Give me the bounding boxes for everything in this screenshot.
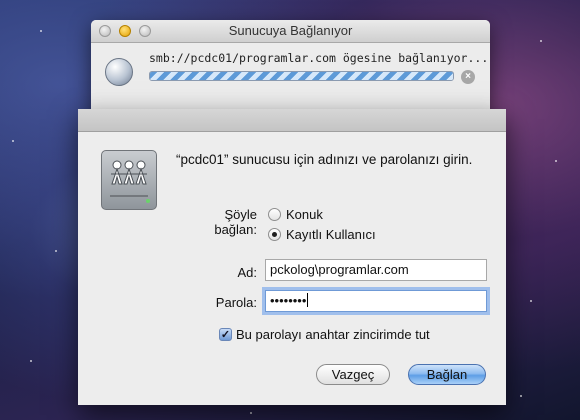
login-prompt: “pcdc01” sunucusu için adınızı ve parola… — [176, 152, 473, 167]
zoom-window-icon[interactable] — [139, 25, 151, 37]
star — [250, 412, 252, 414]
radio-guest-label[interactable]: Konuk — [286, 207, 323, 222]
remember-password-checkbox[interactable]: ✓ — [219, 328, 232, 341]
cancel-button[interactable]: Vazgeç — [316, 364, 390, 385]
star — [555, 160, 557, 162]
drive-slot — [110, 195, 148, 197]
star — [12, 140, 14, 142]
password-field[interactable]: •••••••• — [265, 290, 487, 312]
connect-as-label: Şöyle bağlan: — [214, 207, 257, 237]
star — [30, 360, 32, 362]
star — [55, 250, 57, 252]
login-dialog: “pcdc01” sunucusu için adınızı ve parola… — [78, 109, 506, 405]
name-label: Ad: — [237, 265, 257, 280]
shared-server-icon — [101, 150, 157, 210]
star — [530, 300, 532, 302]
connection-progress-bar — [149, 71, 454, 81]
cancel-x-icon[interactable]: × — [461, 70, 475, 84]
sheet-header — [78, 109, 506, 132]
name-field[interactable]: pckolog\programlar.com — [265, 259, 487, 281]
text-caret — [307, 293, 309, 307]
password-label: Parola: — [215, 295, 257, 310]
remember-password-label[interactable]: Bu parolayı anahtar zincirimde tut — [236, 327, 430, 342]
window-title: Sunucuya Bağlanıyor — [228, 23, 353, 38]
close-window-icon[interactable] — [99, 25, 111, 37]
star — [540, 40, 542, 42]
radio-registered-user[interactable] — [268, 228, 281, 241]
radio-guest[interactable] — [268, 208, 281, 221]
name-field-value: pckolog\programlar.com — [270, 262, 409, 277]
network-globe-icon — [105, 58, 133, 86]
radio-registered-user-label[interactable]: Kayıtlı Kullanıcı — [286, 227, 376, 242]
minimize-window-icon[interactable] — [119, 25, 131, 37]
star — [520, 395, 522, 397]
window-titlebar[interactable]: Sunucuya Bağlanıyor — [91, 20, 490, 43]
connecting-window: Sunucuya Bağlanıyor smb://pcdc01/program… — [91, 20, 490, 118]
star — [40, 30, 42, 32]
connect-button[interactable]: Bağlan — [408, 364, 486, 385]
connection-status-text: smb://pcdc01/programlar.com ögesine bağl… — [149, 51, 489, 65]
progress-fill — [150, 72, 453, 80]
password-field-value: •••••••• — [270, 293, 307, 308]
drive-led — [146, 199, 150, 203]
